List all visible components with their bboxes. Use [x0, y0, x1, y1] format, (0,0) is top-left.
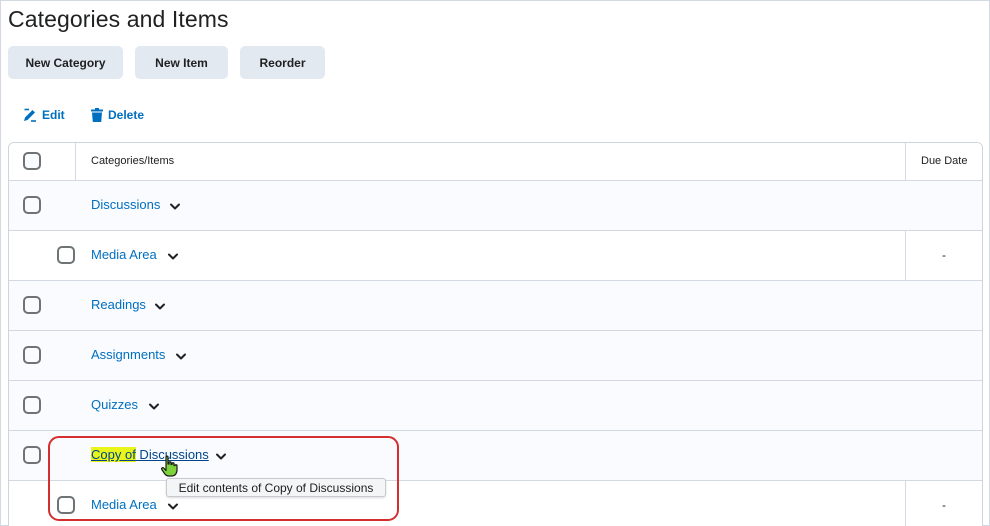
- link-tooltip: Edit contents of Copy of Discussions: [166, 478, 386, 497]
- table-row: Assignments: [9, 331, 982, 381]
- new-category-button[interactable]: New Category: [8, 46, 123, 79]
- row-checkbox[interactable]: [23, 346, 41, 364]
- reorder-button[interactable]: Reorder: [240, 46, 325, 79]
- column-header-due: Due Date: [921, 155, 968, 167]
- chevron-down-icon[interactable]: [167, 253, 179, 261]
- due-column-divider: [905, 143, 906, 180]
- due-date-value: -: [942, 248, 946, 262]
- edit-action[interactable]: Edit: [23, 108, 65, 122]
- due-date-value: -: [942, 498, 946, 512]
- category-link-readings[interactable]: Readings: [91, 297, 146, 312]
- row-checkbox[interactable]: [23, 296, 41, 314]
- edit-icon: [23, 108, 37, 122]
- new-item-button[interactable]: New Item: [135, 46, 228, 79]
- select-all-checkbox[interactable]: [23, 152, 41, 170]
- page-title: Categories and Items: [8, 6, 229, 32]
- row-checkbox[interactable]: [23, 196, 41, 214]
- row-checkbox[interactable]: [57, 246, 75, 264]
- table-row: Quizzes: [9, 381, 982, 431]
- delete-label: Delete: [108, 108, 145, 122]
- table-header: Categories/Items Due Date: [9, 143, 982, 181]
- table-row: Readings: [9, 281, 982, 331]
- category-link-quizzes[interactable]: Quizzes: [91, 397, 138, 412]
- item-link-media-area[interactable]: Media Area: [91, 247, 157, 262]
- chevron-down-icon[interactable]: [148, 403, 160, 411]
- table-row: Discussions: [9, 181, 982, 231]
- due-column-divider: [905, 481, 906, 526]
- column-header-name: Categories/Items: [91, 155, 175, 167]
- delete-icon: [91, 108, 103, 122]
- category-link-discussions[interactable]: Discussions: [91, 197, 160, 212]
- edit-label: Edit: [42, 108, 65, 122]
- delete-action[interactable]: Delete: [91, 108, 144, 122]
- hand-cursor-icon: [161, 455, 178, 477]
- chevron-down-icon[interactable]: [154, 303, 166, 311]
- row-checkbox[interactable]: [23, 396, 41, 414]
- row-checkbox[interactable]: [23, 446, 41, 464]
- chevron-down-icon[interactable]: [169, 203, 181, 211]
- header-divider: [75, 143, 76, 181]
- table-row: Media Area -: [9, 231, 982, 281]
- due-column-divider: [905, 231, 906, 280]
- chevron-down-icon[interactable]: [175, 353, 187, 361]
- category-link-assignments[interactable]: Assignments: [91, 347, 165, 362]
